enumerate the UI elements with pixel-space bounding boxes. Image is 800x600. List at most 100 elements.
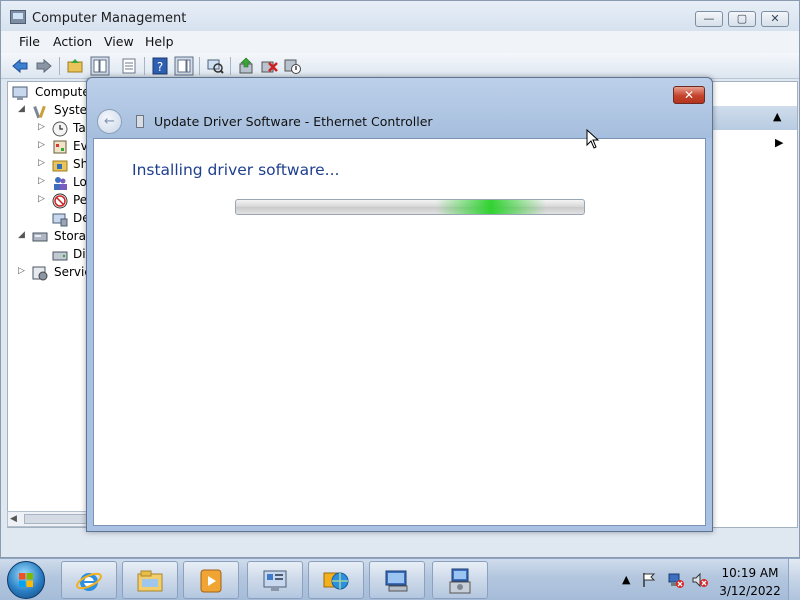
dialog-title: Update Driver Software - Ethernet Contro…: [154, 114, 433, 129]
collapse-icon[interactable]: ◢: [18, 104, 28, 114]
show-hidden-icons-arrow[interactable]: ▲: [622, 573, 630, 586]
maximize-icon: ▢: [736, 12, 748, 25]
show-hide-console-tree-icon[interactable]: [90, 56, 110, 76]
menu-help[interactable]: Help: [145, 34, 174, 49]
maximize-button[interactable]: ▢: [728, 11, 756, 27]
disable-device-icon[interactable]: [283, 57, 301, 75]
expand-icon[interactable]: ▷: [38, 140, 48, 150]
taskbar-computer-management[interactable]: [247, 561, 303, 599]
close-icon: ✕: [683, 88, 695, 102]
scroll-thumb[interactable]: [24, 514, 88, 524]
tree-item-system-tools[interactable]: ◢ System: [10, 102, 90, 120]
start-button[interactable]: [7, 561, 45, 599]
close-icon: ✕: [770, 12, 780, 25]
installing-heading: Installing driver software...: [132, 161, 340, 179]
taskbar-network-setup[interactable]: [308, 561, 364, 599]
expand-icon[interactable]: ▷: [38, 176, 48, 186]
services-icon: [32, 266, 48, 281]
properties-icon[interactable]: [120, 57, 138, 75]
toolbar-separator: [144, 57, 145, 75]
tree-horizontal-scrollbar[interactable]: ◀: [7, 511, 91, 527]
menu-action[interactable]: Action: [53, 34, 92, 49]
internet-explorer-icon: [76, 572, 102, 591]
storage-icon: [32, 232, 48, 242]
expand-icon[interactable]: ▷: [18, 266, 28, 276]
menu-view[interactable]: View: [104, 34, 134, 49]
computer-icon: [12, 86, 28, 100]
close-button[interactable]: ✕: [761, 11, 789, 27]
taskbar-device-manager[interactable]: [369, 561, 425, 599]
taskbar-media-player[interactable]: [183, 561, 239, 599]
action-center-flag-icon[interactable]: [642, 572, 656, 588]
minimize-icon: —: [703, 12, 715, 25]
tree-item-device-manager[interactable]: De: [10, 210, 90, 228]
windows-logo-icon: [19, 573, 33, 587]
mouse-cursor-icon: [586, 129, 600, 149]
update-driver-dialog: ✕ ← Update Driver Software - Ethernet Co…: [86, 77, 713, 532]
tree-item-local-users[interactable]: ▷ Loc: [10, 174, 90, 192]
more-actions-arrow-icon[interactable]: ▶: [775, 136, 783, 149]
device-manager-icon: [385, 570, 408, 592]
driver-setup-icon: [449, 568, 471, 594]
tree-item-performance[interactable]: ▷ Pe: [10, 192, 90, 210]
folder-icon: [137, 570, 163, 592]
tools-icon: [33, 105, 46, 119]
volume-muted-icon[interactable]: [692, 572, 708, 588]
uninstall-device-icon[interactable]: [260, 57, 278, 75]
show-hide-action-pane-icon[interactable]: [174, 56, 194, 76]
tree-item-services[interactable]: ▷ Service: [10, 264, 90, 282]
console-tree[interactable]: Computer ◢ System ▷ Ta ▷ Eve ▷ Sha ▷ Loc…: [7, 81, 91, 528]
menu-bar: File Action View Help: [1, 31, 799, 53]
expand-icon[interactable]: ▷: [38, 158, 48, 168]
ethernet-device-icon: [136, 115, 144, 128]
event-viewer-icon: [53, 140, 67, 154]
dialog-close-button[interactable]: ✕: [673, 86, 705, 104]
taskbar-driver-installer[interactable]: [432, 561, 488, 599]
title-bar[interactable]: Computer Management — ▢ ✕: [1, 1, 799, 31]
tree-item-storage[interactable]: ◢ Storag: [10, 228, 90, 246]
up-folder-icon[interactable]: [66, 57, 84, 75]
actions-header[interactable]: ▲: [713, 106, 797, 130]
taskbar-windows-explorer[interactable]: [122, 561, 178, 599]
collapse-up-icon[interactable]: ▲: [773, 110, 781, 123]
tree-item-disk-management[interactable]: Dis: [10, 246, 90, 264]
window-title: Computer Management: [32, 11, 187, 26]
performance-icon: [52, 193, 68, 209]
tree-item-computer[interactable]: Computer: [10, 84, 90, 102]
scroll-left-icon[interactable]: ◀: [10, 512, 17, 526]
update-driver-icon[interactable]: [237, 57, 255, 75]
expand-icon[interactable]: ▷: [38, 122, 48, 132]
toolbar-separator: [59, 57, 60, 75]
back-button[interactable]: ←: [97, 109, 122, 134]
clock-time[interactable]: 10:19 AM: [718, 566, 782, 580]
device-manager-icon: [52, 213, 68, 227]
expand-icon[interactable]: ▷: [38, 194, 48, 204]
back-arrow-icon[interactable]: [11, 57, 29, 75]
network-globe-icon: [323, 572, 349, 590]
install-progress-bar: [235, 199, 585, 215]
menu-file[interactable]: File: [19, 34, 40, 49]
clock-date[interactable]: 3/12/2022: [718, 584, 782, 598]
help-icon[interactable]: ?: [151, 57, 169, 75]
toolbar: ?: [1, 53, 799, 79]
taskbar-internet-explorer[interactable]: [61, 561, 117, 599]
toolbar-separator: [199, 57, 200, 75]
progress-marquee-glow: [436, 200, 546, 214]
collapse-icon[interactable]: ◢: [18, 230, 28, 240]
toolbar-separator: [230, 57, 231, 75]
show-desktop-button[interactable]: [788, 559, 800, 600]
clock-icon: [52, 121, 68, 137]
scan-hardware-icon[interactable]: [206, 57, 224, 75]
actions-pane: ▲ ▶: [712, 81, 798, 528]
tree-item-label: Computer: [35, 85, 91, 99]
dialog-title-bar[interactable]: [87, 78, 712, 138]
tree-item-task-scheduler[interactable]: ▷ Ta: [10, 120, 90, 138]
shared-folder-icon: [52, 160, 68, 172]
tree-item-event-viewer[interactable]: ▷ Eve: [10, 138, 90, 156]
dialog-content: Installing driver software...: [93, 138, 706, 526]
forward-arrow-icon[interactable]: [35, 57, 53, 75]
tree-item-shared-folders[interactable]: ▷ Sha: [10, 156, 90, 174]
svg-text:?: ?: [157, 60, 163, 74]
network-disconnected-icon[interactable]: [668, 572, 684, 588]
minimize-button[interactable]: —: [695, 11, 723, 27]
